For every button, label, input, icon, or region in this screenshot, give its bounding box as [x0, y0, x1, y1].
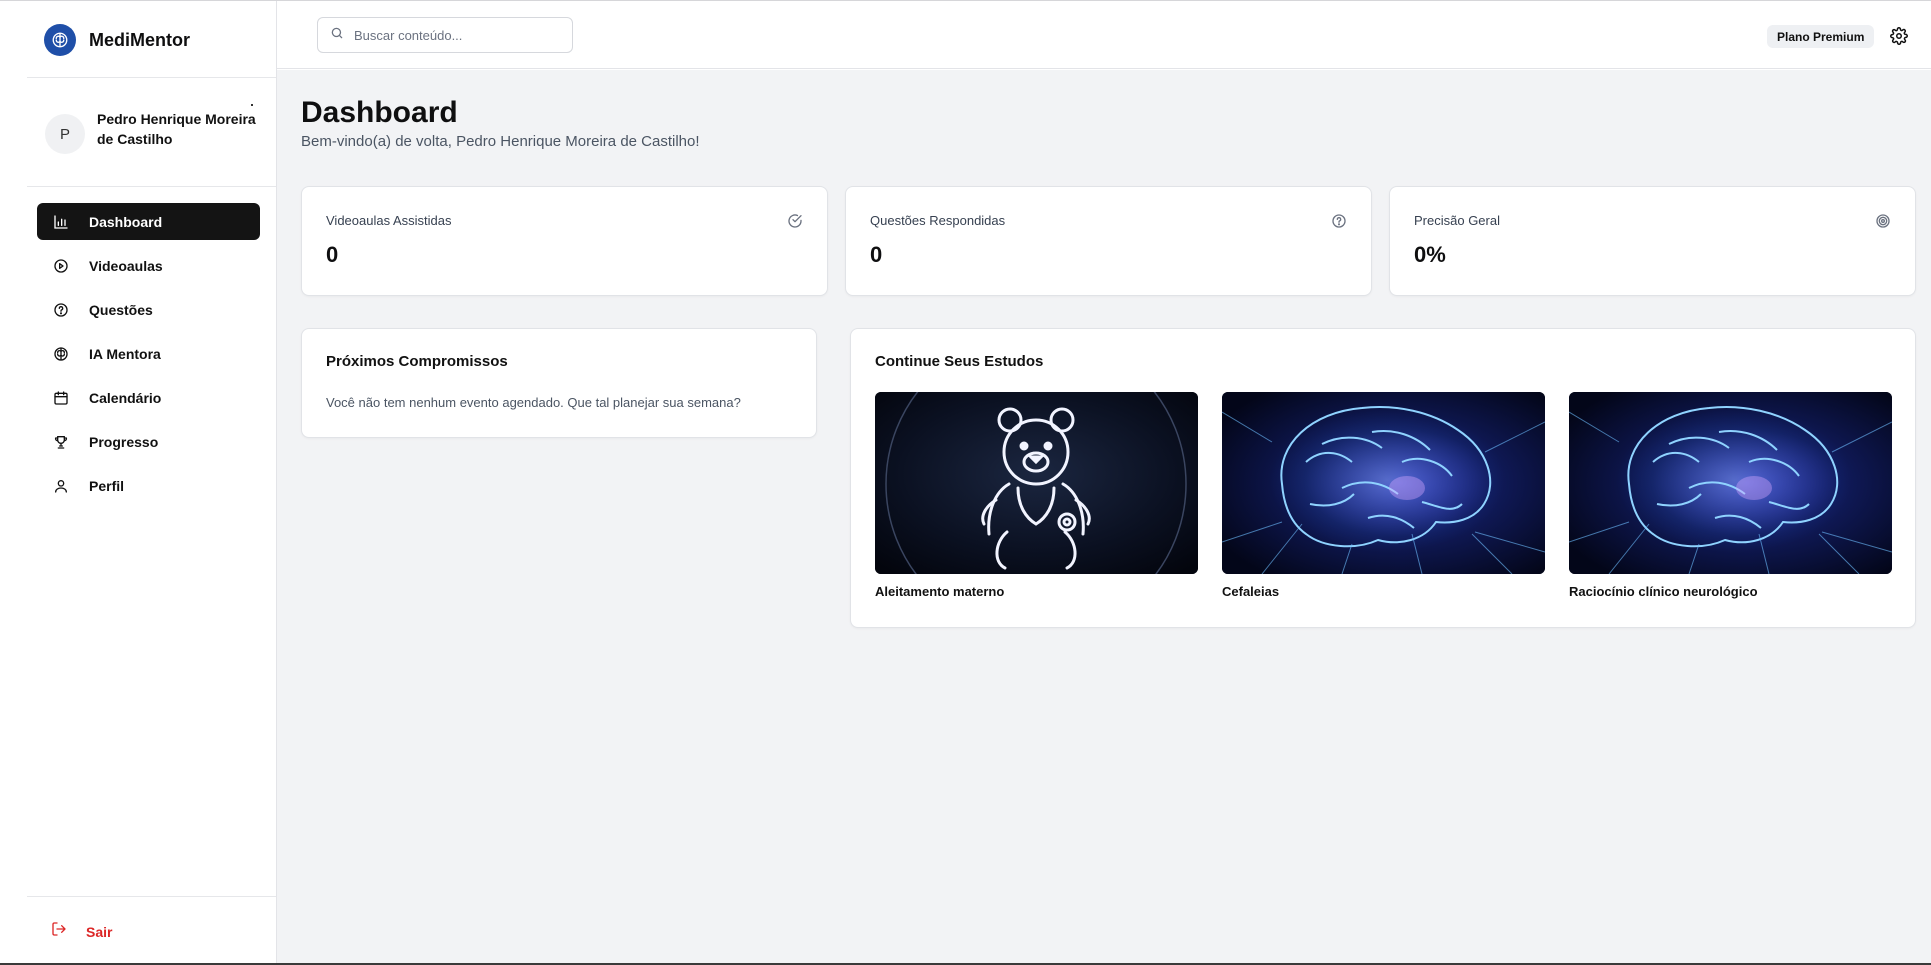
stat-card-questoes: Questões Respondidas 0 — [845, 186, 1372, 296]
help-circle-icon — [1331, 213, 1347, 229]
avatar[interactable]: P — [45, 114, 85, 154]
sidebar-item-questoes[interactable]: Questões — [37, 291, 260, 328]
brand[interactable]: MediMentor — [44, 24, 190, 56]
stat-label: Questões Respondidas — [870, 213, 1006, 228]
sidebar-item-ia-mentora[interactable]: IA Mentora — [37, 335, 260, 372]
stat-card-videoaulas: Videoaulas Assistidas 0 — [301, 186, 828, 296]
app-name: MediMentor — [89, 29, 190, 50]
study-title: Aleitamento materno — [875, 584, 1005, 599]
brain-neon-image — [1569, 392, 1892, 574]
logout-label: Sair — [86, 923, 113, 940]
study-title: Cefaleias — [1222, 584, 1280, 599]
check-circle-icon — [787, 213, 803, 229]
calendar-icon — [53, 390, 69, 406]
appointments-card: Próximos Compromissos Você não tem nenhu… — [301, 328, 817, 438]
target-icon — [1875, 213, 1891, 229]
study-item[interactable]: Cefaleias — [1222, 392, 1545, 599]
sidebar-nav: Dashboard Videoaulas Questões IA Mentora… — [37, 203, 260, 511]
sidebar-item-videoaulas[interactable]: Videoaulas — [37, 247, 260, 284]
sidebar-item-label: Dashboard — [89, 213, 163, 230]
search-box[interactable] — [317, 17, 573, 53]
gear-icon[interactable] — [1890, 27, 1908, 45]
sidebar-footer: Sair — [27, 896, 276, 963]
study-item[interactable]: Aleitamento materno — [875, 392, 1198, 599]
brain-neon-image — [1222, 392, 1545, 574]
sidebar-item-label: Calendário — [89, 389, 162, 406]
user-name: Pedro Henrique Moreira de Castilho — [97, 111, 256, 147]
sidebar-item-perfil[interactable]: Perfil — [37, 467, 260, 504]
plan-badge: Plano Premium — [1767, 25, 1875, 48]
logout-icon — [51, 921, 67, 942]
stat-value: 0 — [870, 242, 883, 267]
stat-label: Videoaulas Assistidas — [326, 213, 452, 228]
user-icon — [53, 478, 69, 494]
bar-chart-icon — [53, 214, 69, 230]
page-title: Dashboard — [301, 96, 458, 129]
brain-logo-icon — [44, 24, 76, 56]
search-input[interactable] — [354, 27, 554, 43]
stat-label: Precisão Geral — [1414, 213, 1500, 228]
help-circle-icon — [53, 302, 69, 318]
brain-icon — [53, 346, 69, 362]
teddy-bear-stethoscope-image — [875, 392, 1198, 574]
play-circle-icon — [53, 258, 69, 274]
section-title: Continue Seus Estudos — [875, 353, 1044, 370]
sidebar-item-label: Progresso — [89, 433, 159, 450]
sidebar-item-calendario[interactable]: Calendário — [37, 379, 260, 416]
study-title: Raciocínio clínico neurológico — [1569, 584, 1758, 599]
sidebar-item-dashboard[interactable]: Dashboard — [37, 203, 260, 240]
stat-card-precisao: Precisão Geral 0% — [1389, 186, 1916, 296]
sidebar-item-label: IA Mentora — [89, 345, 161, 362]
status-dot — [251, 104, 253, 106]
sidebar: MediMentor P Pedro Henrique Moreira de C… — [27, 1, 277, 963]
continue-studies-card: Continue Seus Estudos Aleitamento matern… — [850, 328, 1916, 628]
sidebar-item-label: Perfil — [89, 477, 125, 494]
user-profile: P Pedro Henrique Moreira de Castilho — [27, 77, 276, 187]
sidebar-item-label: Questões — [89, 301, 153, 318]
empty-state-text: Você não tem nenhum evento agendado. Que… — [326, 395, 741, 410]
sidebar-item-progresso[interactable]: Progresso — [37, 423, 260, 460]
stat-value: 0 — [326, 242, 339, 267]
search-icon — [330, 26, 344, 45]
main-content: Dashboard Bem-vindo(a) de volta, Pedro H… — [277, 70, 1931, 963]
trophy-icon — [53, 434, 69, 450]
logout-button[interactable]: Sair — [51, 921, 112, 942]
study-item[interactable]: Raciocínio clínico neurológico — [1569, 392, 1892, 599]
top-header: Plano Premium — [277, 1, 1931, 69]
section-title: Próximos Compromissos — [326, 353, 508, 370]
sidebar-item-label: Videoaulas — [89, 257, 163, 274]
stat-value: 0% — [1414, 242, 1446, 267]
page-subtitle: Bem-vindo(a) de volta, Pedro Henrique Mo… — [301, 133, 700, 150]
